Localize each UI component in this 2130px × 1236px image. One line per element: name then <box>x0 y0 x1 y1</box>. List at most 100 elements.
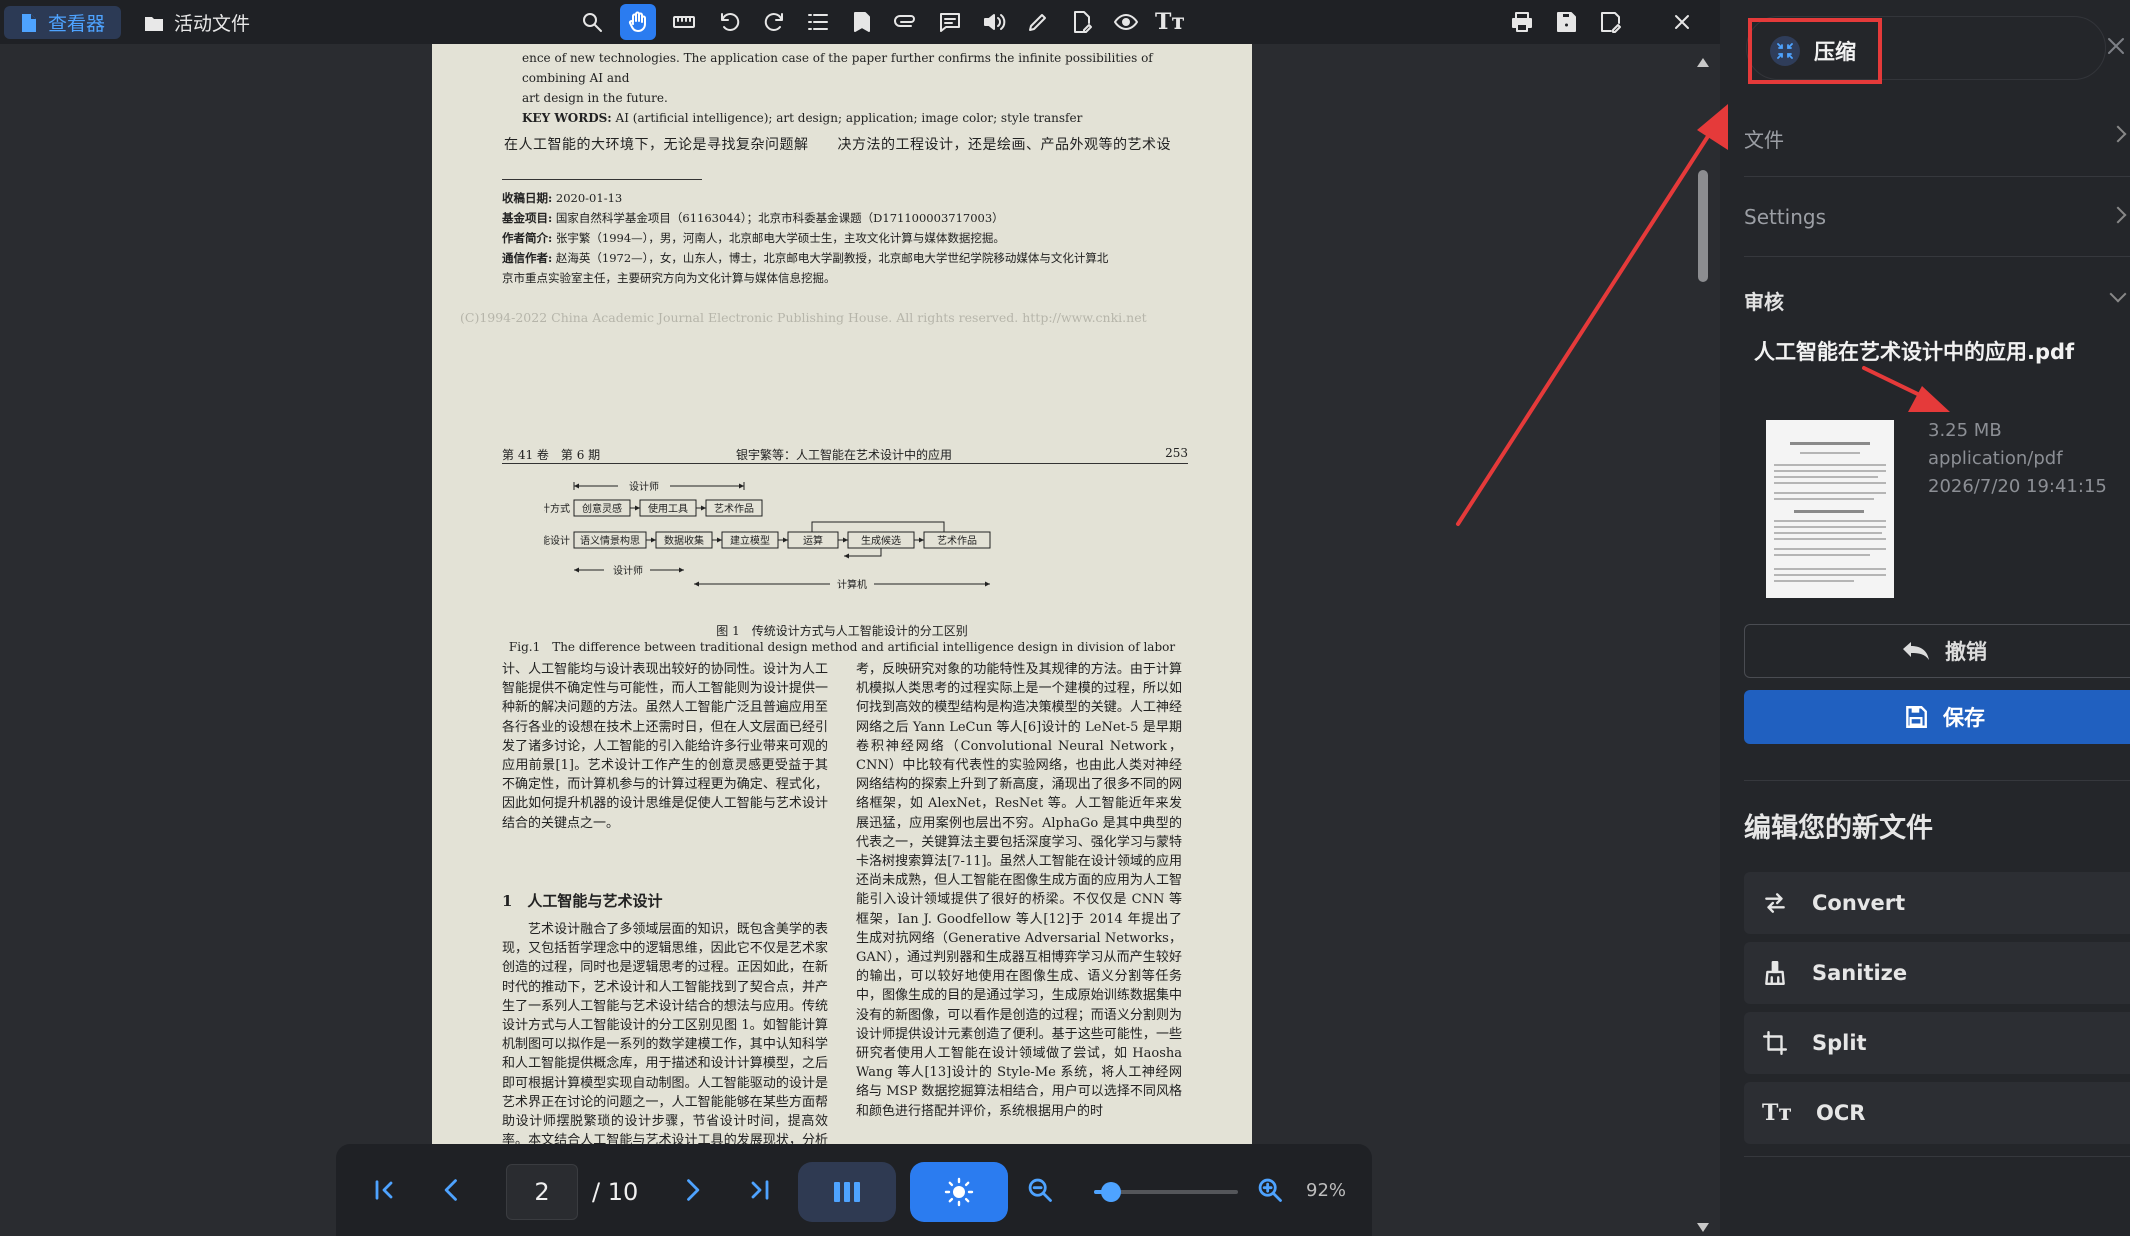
document-viewport[interactable]: ence of new technologies. The applicatio… <box>0 44 1720 1236</box>
pan-tool-button[interactable] <box>620 4 656 40</box>
paragraph: 考，反映研究对象的功能特性及其规律的方法。由于计算机模拟人类思考的过程实际上是一… <box>856 662 1182 1119</box>
footnote-value: 赵海英（1972—），女，山东人，博士，北京邮电大学副教授，北京邮电大学世纪学院… <box>552 251 1109 265</box>
visibility-button[interactable] <box>1108 4 1144 40</box>
keywords-label: KEY WORDS: <box>522 111 612 125</box>
convert-tool-button[interactable]: Convert <box>1744 872 2130 934</box>
fig-box: 创意灵感 <box>582 502 622 515</box>
page-navigation-bar: / 10 92% <box>336 1144 1372 1236</box>
divider <box>1744 780 2130 781</box>
tool-label: Sanitize <box>1812 961 1908 985</box>
figure-1-diagram: 设计师 创意灵感 使用工具 艺术作品 语义情景构思 数据收集 建立模型 运算 生… <box>544 480 991 591</box>
paperclip-icon <box>894 15 915 27</box>
close-viewer-button[interactable] <box>1664 4 1700 40</box>
tab-files[interactable]: 活动文件 <box>128 6 266 39</box>
chevron-right-icon <box>687 1179 700 1201</box>
eye-icon <box>1114 14 1138 30</box>
section-review-header[interactable]: 审核 <box>1744 285 2127 316</box>
audio-button[interactable] <box>976 4 1012 40</box>
tool-label: Split <box>1812 1031 1867 1055</box>
thumbnails-button[interactable] <box>800 4 836 40</box>
section-file-header[interactable]: 文件 <box>1744 124 2127 153</box>
file-thumbnail[interactable] <box>1766 420 1894 598</box>
compress-tool-selected[interactable]: 压缩 <box>1748 18 1882 84</box>
sidebar-close-icon[interactable] <box>2104 34 2128 58</box>
tab-viewer[interactable]: 查看器 <box>4 6 122 39</box>
zoom-percentage: 92% <box>1306 1180 1347 1201</box>
zoom-slider[interactable] <box>1094 1182 1238 1202</box>
next-page-button[interactable] <box>664 1162 720 1218</box>
fig-row-label: 传统设计方式 <box>544 502 570 515</box>
save-toolbar-button[interactable] <box>1548 4 1584 40</box>
print-button[interactable] <box>1504 4 1540 40</box>
footnote-line: 通信作者: 赵海英（1972—），女，山东人，博士，北京邮电大学副教授，北京邮电… <box>502 248 1202 268</box>
split-tool-button[interactable]: Split <box>1744 1012 2130 1074</box>
scroll-up-arrow-icon[interactable] <box>1697 58 1709 67</box>
save-as-button[interactable] <box>1592 4 1628 40</box>
fig-row-label: 人工智能设计 <box>544 534 570 547</box>
intro-line: 在人工智能的大环境下，无论是寻找复杂问题解 决方法的工程设计，还是绘画、产品外观… <box>504 137 1171 153</box>
rotate-right-button[interactable] <box>756 4 792 40</box>
pencil-icon <box>1029 14 1046 31</box>
save-button[interactable]: 保存 <box>1744 690 2130 744</box>
tool-label: Convert <box>1812 891 1906 915</box>
view-mode-button[interactable] <box>798 1162 896 1222</box>
zoom-out-icon <box>1028 1178 1052 1202</box>
theme-toggle-button[interactable] <box>910 1162 1008 1222</box>
vertical-scrollbar[interactable] <box>1696 52 1710 1236</box>
rotate-left-button[interactable] <box>712 4 748 40</box>
page-total: / 10 <box>592 1178 639 1206</box>
first-page-icon <box>375 1180 393 1200</box>
floppy-icon <box>1557 12 1576 32</box>
figure-caption-cn: 图 1 传统设计方式与人工智能设计的分工区别 <box>716 624 968 638</box>
last-page-button[interactable] <box>732 1162 788 1218</box>
ocr-icon: Tт <box>1762 1100 1793 1126</box>
rotate-right-icon <box>764 13 783 31</box>
fig-box: 运算 <box>803 534 823 547</box>
rotate-left-icon <box>721 13 740 31</box>
bookmark-button[interactable] <box>844 4 880 40</box>
scrollbar-thumb[interactable] <box>1698 170 1708 282</box>
undo-button[interactable]: 撤销 <box>1744 624 2130 678</box>
zoom-out-button[interactable] <box>1012 1162 1068 1218</box>
tab-files-label: 活动文件 <box>174 13 251 35</box>
list-icon <box>808 14 828 30</box>
figure-caption-en: Fig.1 The difference between traditional… <box>508 640 1176 654</box>
scroll-down-arrow-icon[interactable] <box>1697 1223 1709 1232</box>
fig-box: 建立模型 <box>730 534 770 547</box>
fig-box: 艺术作品 <box>714 503 754 515</box>
ocr-tool-button[interactable]: Tт OCR <box>1744 1082 2130 1144</box>
first-page-button[interactable] <box>356 1162 412 1218</box>
previous-page-button[interactable] <box>424 1162 480 1218</box>
split-icon <box>1762 1030 1788 1056</box>
section-review-label: 审核 <box>1744 290 1784 314</box>
file-mime-type: application/pdf <box>1928 448 2063 469</box>
close-icon <box>1675 15 1689 29</box>
undo-icon <box>1903 642 1929 660</box>
document-icon <box>22 13 36 32</box>
fig-label-designer-bottom: 设计师 <box>613 564 643 577</box>
footnote-value: 2020-01-13 <box>552 191 623 205</box>
chevron-right-icon <box>2109 125 2127 143</box>
comment-button[interactable] <box>932 4 968 40</box>
draw-button[interactable] <box>1020 4 1056 40</box>
page-number-input[interactable] <box>506 1164 578 1220</box>
header-volume: 第 41 卷 第 6 期 <box>502 448 601 462</box>
attachment-button[interactable] <box>888 4 924 40</box>
search-tool-button[interactable] <box>574 4 610 40</box>
abstract-line: ence of new technologies. The applicatio… <box>522 51 1153 85</box>
text-tool-button[interactable]: Tт <box>1152 4 1188 40</box>
paragraph: 艺术设计融合了多领域层面的知识，既包含美学的表现，又包括哲学理念中的逻辑思维，因… <box>502 922 828 1167</box>
footnote-key: 通信作者: <box>502 251 553 265</box>
sign-button[interactable] <box>1064 4 1100 40</box>
sanitize-tool-button[interactable]: Sanitize <box>1744 942 2130 1004</box>
zoom-in-button[interactable] <box>1242 1162 1298 1218</box>
zoom-slider-handle[interactable] <box>1101 1182 1122 1202</box>
fig-box: 数据收集 <box>664 534 704 547</box>
footnote-value: 张宇繁（1994—），男，河南人，北京邮电大学硕士生，主攻文化计算与媒体数据挖掘… <box>552 231 1005 245</box>
top-toolbar: 查看器 活动文件 Tт <box>0 0 1720 44</box>
text-column-left: 计、人工智能均与设计表现出较好的协同性。设计为人工智能提供不确定性与可能性，而人… <box>502 660 828 833</box>
ruler-tool-button[interactable] <box>666 4 702 40</box>
hand-icon <box>628 11 646 32</box>
abstract-text: ence of new technologies. The applicatio… <box>522 48 1192 128</box>
section-settings-header[interactable]: Settings <box>1744 205 2127 229</box>
